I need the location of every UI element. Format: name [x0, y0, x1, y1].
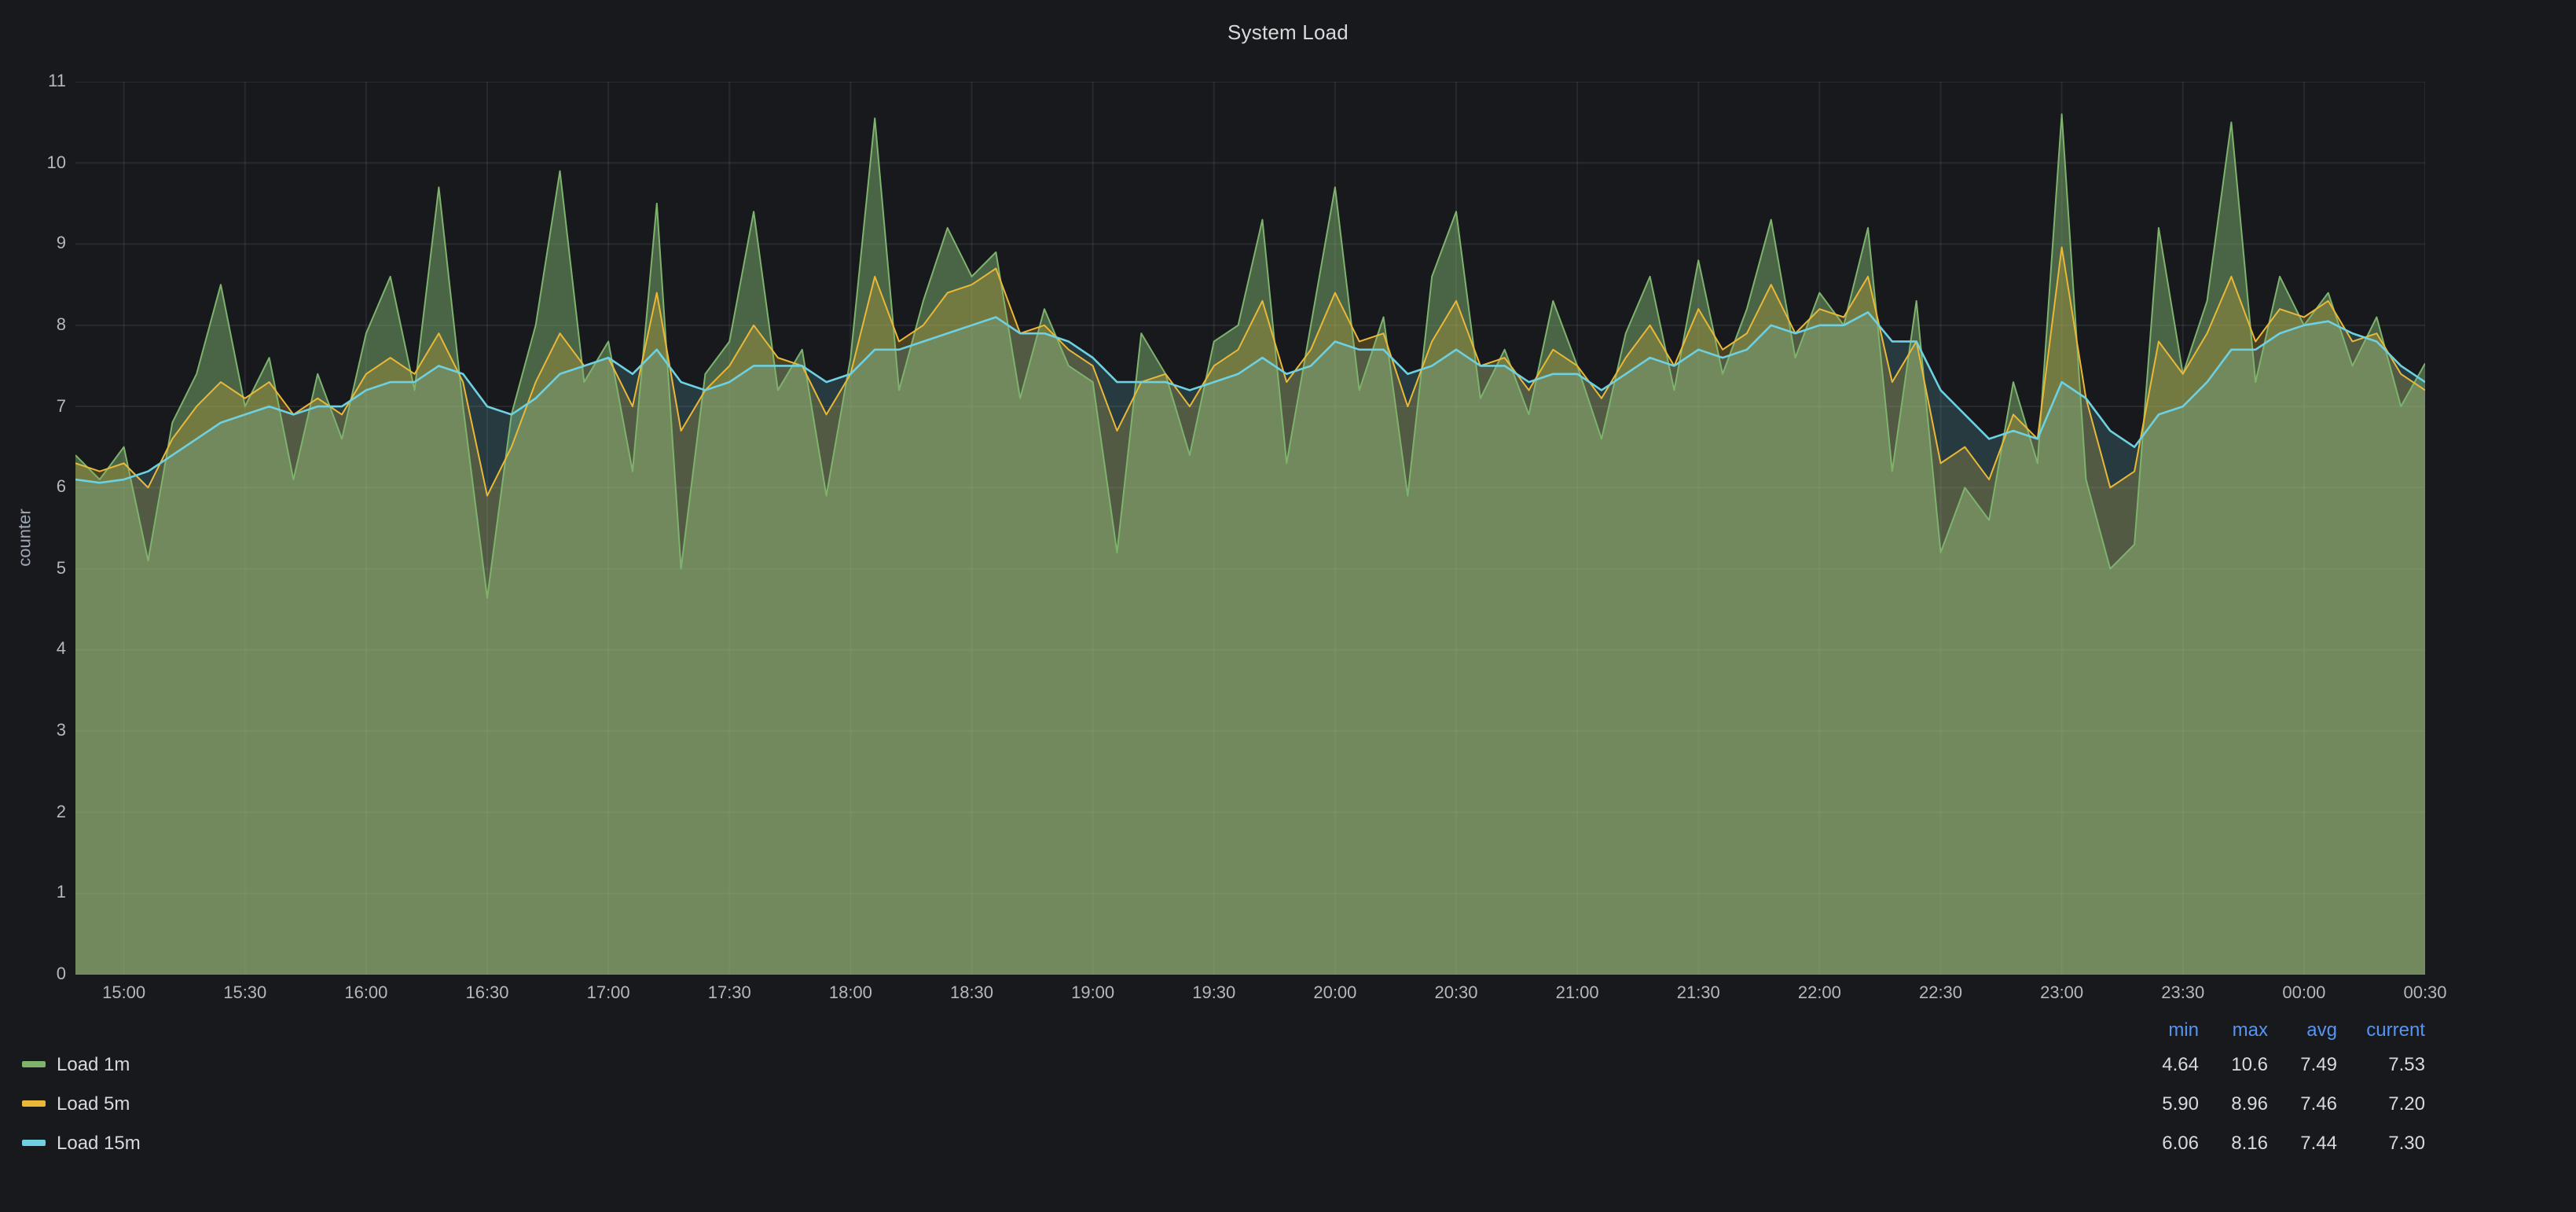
grafana-panel: System Load counter 0 1 2 3 4 5 6 7 8 9 10 11 15:00… [0, 0, 2576, 1212]
y-tick-label: 5 [3, 560, 66, 578]
panel-title[interactable]: System Load [0, 20, 2576, 44]
x-tick-label: 15:00 [77, 984, 171, 1003]
x-tick-label: 16:30 [440, 984, 534, 1003]
y-axis-label: counter [17, 509, 35, 566]
x-tick-label: 21:30 [1651, 984, 1745, 1003]
legend-series-label: Load 15m [57, 1131, 141, 1153]
chart-canvas[interactable] [75, 82, 2425, 975]
x-tick-label: 21:00 [1530, 984, 1624, 1003]
x-tick-label: 16:00 [319, 984, 413, 1003]
x-tick-label: 23:30 [2136, 984, 2230, 1003]
x-tick-label: 22:00 [1772, 984, 1866, 1003]
legend: minmaxavgcurrent Load 1m 4.6410.67.497.53… [22, 1016, 2425, 1162]
y-tick-label: 2 [3, 802, 66, 821]
legend-value-avg: 7.44 [2268, 1131, 2337, 1153]
legend-row: Load 15m 6.068.167.447.30 [22, 1122, 2425, 1162]
y-tick-label: 8 [3, 316, 66, 335]
legend-column-min[interactable]: min [2130, 1019, 2199, 1041]
time-series-plot[interactable] [75, 82, 2425, 975]
legend-value-max: 10.6 [2199, 1052, 2268, 1074]
legend-value-avg: 7.46 [2268, 1092, 2337, 1114]
y-tick-label: 10 [3, 153, 66, 172]
series-color-icon [22, 1100, 46, 1106]
x-tick-label: 20:30 [1409, 984, 1503, 1003]
x-tick-label: 23:00 [2015, 984, 2109, 1003]
y-tick-label: 9 [3, 235, 66, 254]
y-tick-label: 3 [3, 722, 66, 740]
legend-value-current: 7.20 [2337, 1092, 2425, 1114]
x-tick-label: 19:30 [1167, 984, 1261, 1003]
legend-row: Load 5m 5.908.967.467.20 [22, 1083, 2425, 1122]
legend-value-current: 7.53 [2337, 1052, 2425, 1074]
y-tick-label: 11 [3, 72, 66, 91]
y-tick-label: 4 [3, 641, 66, 659]
legend-column-current[interactable]: current [2337, 1019, 2425, 1041]
legend-value-min: 5.90 [2130, 1092, 2199, 1114]
legend-value-avg: 7.49 [2268, 1052, 2337, 1074]
x-tick-label: 20:00 [1288, 984, 1382, 1003]
y-tick-label: 0 [3, 965, 66, 984]
legend-series-load-5m[interactable]: Load 5m [22, 1092, 2130, 1114]
series-area-load-15m [75, 312, 2425, 975]
legend-value-min: 6.06 [2130, 1131, 2199, 1153]
legend-series-label: Load 5m [57, 1092, 130, 1114]
y-tick-label: 1 [3, 884, 66, 903]
x-tick-label: 19:00 [1046, 984, 1140, 1003]
legend-value-min: 4.64 [2130, 1052, 2199, 1074]
legend-header: minmaxavgcurrent [22, 1016, 2425, 1044]
legend-value-current: 7.30 [2337, 1131, 2425, 1153]
series-color-icon [22, 1060, 46, 1067]
x-tick-label: 00:30 [2378, 984, 2472, 1003]
y-tick-label: 7 [3, 397, 66, 416]
legend-value-max: 8.96 [2199, 1092, 2268, 1114]
x-tick-label: 00:00 [2257, 984, 2351, 1003]
legend-series-label: Load 1m [57, 1052, 130, 1074]
legend-column-max[interactable]: max [2199, 1019, 2268, 1041]
legend-column-avg[interactable]: avg [2268, 1019, 2337, 1041]
x-tick-label: 17:00 [561, 984, 655, 1003]
x-tick-label: 15:30 [198, 984, 292, 1003]
x-tick-label: 18:30 [925, 984, 1019, 1003]
x-tick-label: 22:30 [1894, 984, 1988, 1003]
legend-row: Load 1m 4.6410.67.497.53 [22, 1044, 2425, 1083]
x-tick-label: 17:30 [682, 984, 776, 1003]
x-tick-label: 18:00 [803, 984, 897, 1003]
legend-value-max: 8.16 [2199, 1131, 2268, 1153]
series-color-icon [22, 1139, 46, 1145]
legend-series-load-1m[interactable]: Load 1m [22, 1052, 2130, 1074]
y-tick-label: 6 [3, 478, 66, 497]
legend-series-load-15m[interactable]: Load 15m [22, 1131, 2130, 1153]
